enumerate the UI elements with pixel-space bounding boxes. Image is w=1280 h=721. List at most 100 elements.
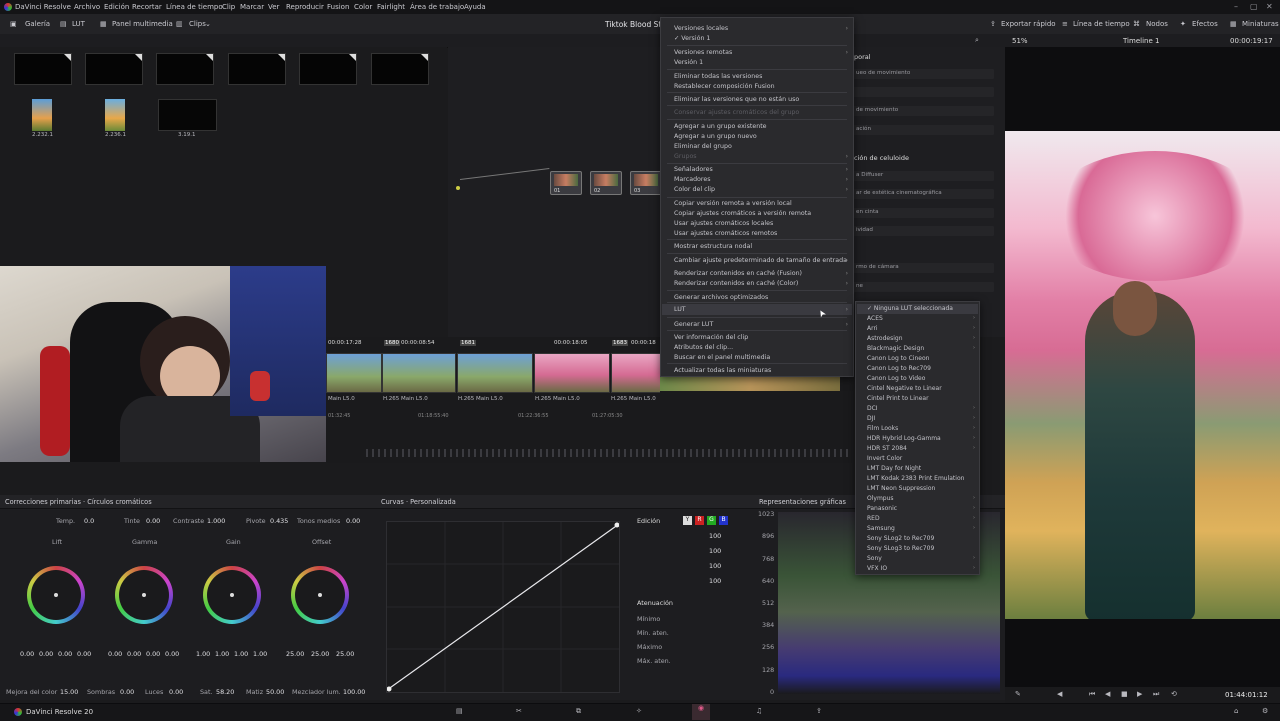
- channel-y[interactable]: Y: [683, 516, 692, 525]
- pool-item[interactable]: 2.236.1: [85, 99, 141, 139]
- inspector-field[interactable]: ne: [852, 282, 994, 292]
- color-boost-value[interactable]: 15.00: [60, 688, 78, 696]
- offset-value[interactable]: 25.00: [286, 650, 304, 658]
- pen-icon[interactable]: ✎: [1015, 690, 1021, 698]
- highlights-value[interactable]: 0.00: [169, 688, 183, 696]
- lut-menu-item[interactable]: HDR Hybrid Log-Gamma: [867, 435, 941, 442]
- lift-wheel[interactable]: [27, 566, 85, 624]
- context-menu-item[interactable]: Agregar a un grupo nuevo: [674, 133, 757, 140]
- offset-value[interactable]: 25.00: [336, 650, 354, 658]
- gain-wheel[interactable]: [203, 566, 261, 624]
- channel-g[interactable]: G: [707, 516, 716, 525]
- color-page-icon[interactable]: ◉: [692, 704, 710, 720]
- search-icon[interactable]: ⌕: [975, 36, 979, 45]
- channel-r[interactable]: R: [695, 516, 704, 525]
- timeline-clip[interactable]: [611, 353, 662, 393]
- context-menu-item[interactable]: Mostrar estructura nodal: [674, 243, 752, 250]
- context-menu-item[interactable]: Versiones locales: [674, 25, 728, 32]
- lut-menu-item[interactable]: Sony SLog2 to Rec709: [867, 535, 934, 542]
- lut-menu-item[interactable]: LMT Neon Suppression: [867, 485, 935, 492]
- context-menu-item[interactable]: Renderizar contenidos en caché (Fusion): [674, 270, 802, 277]
- inspector-field[interactable]: rmo de cámara: [852, 263, 994, 273]
- context-menu-item[interactable]: Buscar en el panel multimedia: [674, 354, 770, 361]
- channel-value-b[interactable]: 100: [709, 577, 721, 585]
- lut-menu-item[interactable]: Astrodesign: [867, 335, 903, 342]
- context-menu-item[interactable]: Usar ajustes cromáticos remotos: [674, 230, 777, 237]
- tab-clips[interactable]: Clips: [189, 20, 206, 28]
- media-page-icon[interactable]: ▤: [456, 707, 463, 715]
- menu-color[interactable]: Color: [354, 3, 372, 11]
- context-menu-item[interactable]: Renderizar contenidos en caché (Color): [674, 280, 798, 287]
- context-menu-item[interactable]: LUT: [674, 306, 686, 313]
- lut-menu-item[interactable]: VFX IO: [867, 565, 887, 572]
- clip-thumb[interactable]: [371, 53, 429, 85]
- context-menu-item[interactable]: Color del clip: [674, 186, 715, 193]
- menu-ayuda[interactable]: Ayuda: [464, 3, 486, 11]
- hue-value[interactable]: 50.00: [266, 688, 284, 696]
- cut-page-icon[interactable]: ✂: [516, 707, 522, 715]
- zoom-level[interactable]: 51%: [1012, 37, 1028, 45]
- nodes-icon[interactable]: ⌘: [1133, 20, 1140, 28]
- channel-value-g[interactable]: 100: [709, 562, 721, 570]
- gain-value[interactable]: 1.00: [253, 650, 267, 658]
- curve-graph[interactable]: [386, 521, 620, 693]
- inspector-field[interactable]: en cinta: [852, 208, 994, 218]
- timeline-clip[interactable]: [534, 353, 610, 393]
- inspector-field[interactable]: ación: [852, 125, 994, 135]
- gamma-wheel[interactable]: [115, 566, 173, 624]
- lut-menu-item[interactable]: Olympus: [867, 495, 894, 502]
- temp-value[interactable]: 0.0: [84, 517, 94, 525]
- channel-value-y[interactable]: 100: [709, 532, 721, 540]
- offset-wheel[interactable]: [291, 566, 349, 624]
- tab-galeria[interactable]: Galería: [25, 20, 50, 28]
- lut-menu-item[interactable]: Sony SLog3 to Rec709: [867, 545, 934, 552]
- lut-icon[interactable]: ▤: [60, 20, 67, 28]
- chevron-down-icon[interactable]: ⌄: [205, 20, 211, 28]
- pivot-value[interactable]: 0.435: [270, 517, 288, 525]
- gain-value[interactable]: 1.00: [234, 650, 248, 658]
- menu-archivo[interactable]: Archivo: [74, 3, 100, 11]
- inspector-field[interactable]: de movimiento: [852, 106, 994, 116]
- inspector-field[interactable]: ar de estética cinematográfica: [852, 189, 994, 199]
- node-02[interactable]: 02: [590, 171, 622, 195]
- lift-value[interactable]: 0.00: [58, 650, 72, 658]
- tint-value[interactable]: 0.00: [146, 517, 160, 525]
- context-menu-item[interactable]: ✓ Versión 1: [674, 35, 710, 42]
- effects-toggle[interactable]: Efectos: [1192, 20, 1218, 28]
- mini-timeline[interactable]: [366, 449, 660, 457]
- inspector-field[interactable]: ividad: [852, 226, 994, 236]
- lut-menu-item[interactable]: Cintel Negative to Linear: [867, 385, 942, 392]
- context-menu-item[interactable]: Copiar versión remota a versión local: [674, 200, 792, 207]
- timeline-clip[interactable]: [326, 353, 382, 393]
- saturation-value[interactable]: 58.20: [216, 688, 234, 696]
- gamma-value[interactable]: 0.00: [108, 650, 122, 658]
- context-menu-item[interactable]: Agregar a un grupo existente: [674, 123, 767, 130]
- quick-export-button[interactable]: Exportar rápido: [1001, 20, 1056, 28]
- inspector-field[interactable]: a Diffuser: [852, 171, 994, 181]
- lut-menu-item[interactable]: HDR ST 2084: [867, 445, 907, 452]
- clip-thumb[interactable]: [156, 53, 214, 85]
- channel-b[interactable]: B: [719, 516, 728, 525]
- pool-item[interactable]: 3.19.1: [158, 99, 217, 139]
- lut-menu-item[interactable]: Canon Log to Video: [867, 375, 925, 382]
- lut-menu-item[interactable]: ✓ Ninguna LUT seleccionada: [867, 305, 953, 312]
- media-pool-icon[interactable]: ▦: [100, 20, 107, 28]
- thumbnails-toggle[interactable]: Miniaturas: [1242, 20, 1279, 28]
- gamma-value[interactable]: 0.00: [146, 650, 160, 658]
- lut-menu-item[interactable]: Film Looks: [867, 425, 898, 432]
- lut-menu-item[interactable]: LMT Kodak 2383 Print Emulation: [867, 475, 964, 482]
- gain-value[interactable]: 1.00: [196, 650, 210, 658]
- clip-thumb[interactable]: [14, 53, 72, 85]
- context-menu-item[interactable]: Eliminar todas las versiones: [674, 73, 762, 80]
- context-menu-item[interactable]: Señaladores: [674, 166, 713, 173]
- clip-thumb[interactable]: [85, 53, 143, 85]
- menu-reproducir[interactable]: Reproducir: [286, 3, 324, 11]
- stop-icon[interactable]: ■: [1121, 690, 1128, 698]
- reverse-play-icon[interactable]: ◀: [1105, 690, 1110, 698]
- menu-fairlight[interactable]: Fairlight: [377, 3, 405, 11]
- midtones-value[interactable]: 0.00: [346, 517, 360, 525]
- menu-edicion[interactable]: Edición: [104, 3, 129, 11]
- maximize-icon[interactable]: ▢: [1250, 2, 1258, 11]
- lut-menu-item[interactable]: Samsung: [867, 525, 895, 532]
- volume-icon[interactable]: ◀: [1057, 690, 1062, 698]
